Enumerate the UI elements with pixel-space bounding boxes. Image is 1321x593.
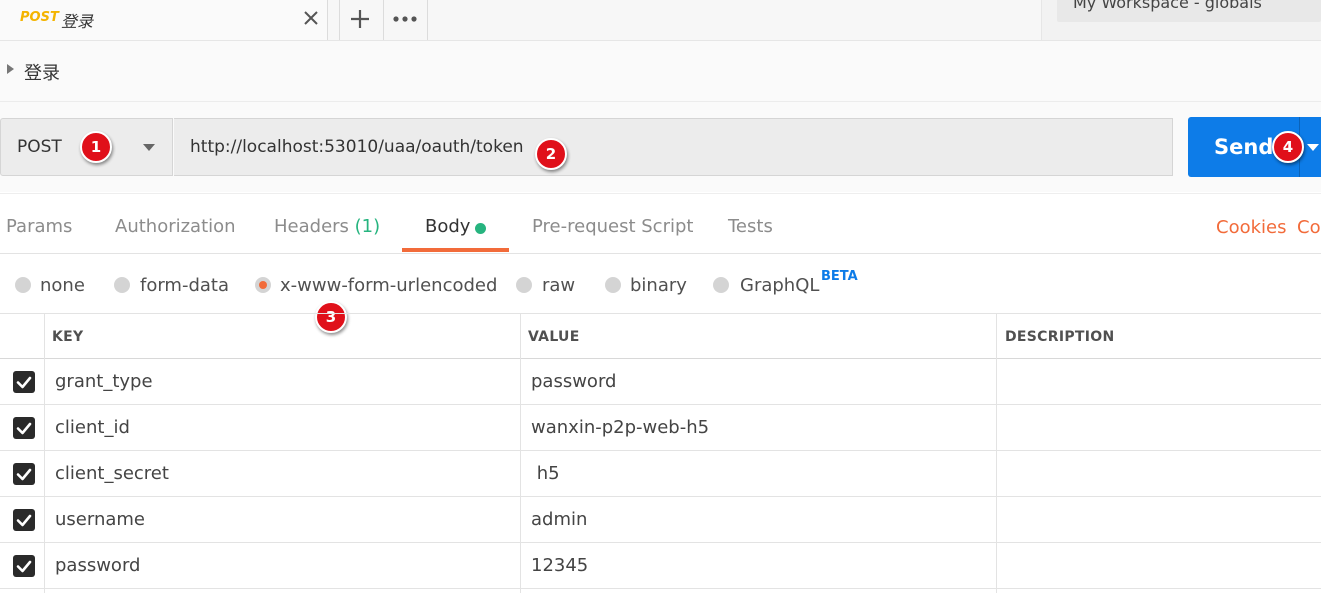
request-name[interactable]: 登录 bbox=[24, 59, 60, 85]
tab-divider bbox=[427, 0, 428, 40]
row-divider bbox=[0, 588, 1321, 589]
close-icon[interactable] bbox=[301, 8, 321, 28]
method-label: POST bbox=[17, 137, 62, 157]
caret-right-icon[interactable] bbox=[7, 64, 14, 74]
cell-value[interactable]: admin bbox=[531, 509, 587, 530]
row-checkbox[interactable] bbox=[13, 555, 35, 577]
cell-value[interactable]: wanxin-p2p-web-h5 bbox=[531, 417, 709, 438]
radio-form-data[interactable] bbox=[114, 277, 130, 293]
send-options-chevron-icon[interactable] bbox=[1307, 144, 1319, 151]
url-value: http://localhost:53010/uaa/oauth/token bbox=[190, 137, 524, 157]
code-link[interactable]: Co bbox=[1297, 217, 1321, 238]
cell-key[interactable]: password bbox=[55, 555, 140, 576]
checkmark-icon bbox=[16, 468, 32, 481]
checkmark-icon bbox=[16, 560, 32, 573]
radio-graphql-label[interactable]: GraphQL bbox=[740, 275, 819, 296]
radio-raw[interactable] bbox=[516, 277, 532, 293]
tab-method-label: POST bbox=[20, 10, 59, 25]
send-label: Send bbox=[1214, 135, 1274, 159]
row-checkbox[interactable] bbox=[13, 417, 35, 439]
beta-badge: BETA bbox=[821, 269, 858, 284]
plus-icon[interactable] bbox=[345, 6, 375, 32]
tab-title: 登录 bbox=[61, 12, 94, 31]
table-row: password 12345 bbox=[0, 543, 1321, 589]
tab-authorization[interactable]: Authorization bbox=[115, 216, 236, 237]
row-checkbox[interactable] bbox=[13, 463, 35, 485]
tab-prerequest-script[interactable]: Pre-request Script bbox=[532, 216, 693, 237]
checkmark-icon bbox=[16, 514, 32, 527]
radio-binary-label[interactable]: binary bbox=[630, 275, 687, 296]
body-status-dot bbox=[475, 223, 486, 234]
column-header-description: DESCRIPTION bbox=[1005, 329, 1115, 345]
chevron-down-icon[interactable] bbox=[143, 144, 155, 151]
cell-key[interactable]: client_secret bbox=[55, 463, 169, 484]
radio-graphql[interactable] bbox=[713, 277, 729, 293]
cell-value[interactable]: h5 bbox=[531, 463, 560, 484]
row-checkbox[interactable] bbox=[13, 371, 35, 393]
cell-value[interactable]: password bbox=[531, 371, 616, 392]
table-row: client_secret h5 bbox=[0, 451, 1321, 497]
tab-params[interactable]: Params bbox=[6, 216, 72, 237]
column-header-value: VALUE bbox=[528, 329, 580, 345]
radio-urlencoded-label[interactable]: x-www-form-urlencoded bbox=[280, 275, 497, 296]
tab-divider bbox=[383, 0, 384, 40]
row-checkbox[interactable] bbox=[13, 509, 35, 531]
tab-tests[interactable]: Tests bbox=[728, 216, 773, 237]
cell-key[interactable]: client_id bbox=[55, 417, 130, 438]
cookies-link[interactable]: Cookies bbox=[1216, 217, 1286, 238]
radio-none[interactable] bbox=[15, 277, 31, 293]
tab-headers-label: Headers bbox=[274, 216, 349, 237]
table-row: client_id wanxin-p2p-web-h5 bbox=[0, 405, 1321, 451]
table-row: grant_type password bbox=[0, 359, 1321, 405]
tab-headers[interactable]: Headers (1) bbox=[274, 216, 380, 237]
cell-value[interactable]: 12345 bbox=[531, 555, 588, 576]
environment-label: My Workspace - globals bbox=[1073, 0, 1262, 12]
table-header bbox=[0, 313, 1321, 359]
table-row: username admin bbox=[0, 497, 1321, 543]
checkmark-icon bbox=[16, 376, 32, 389]
column-header-key: KEY bbox=[52, 329, 84, 345]
headers-count: (1) bbox=[354, 216, 381, 237]
breadcrumb bbox=[0, 41, 1321, 102]
radio-binary[interactable] bbox=[605, 277, 621, 293]
radio-urlencoded[interactable] bbox=[255, 277, 271, 293]
radio-none-label[interactable]: none bbox=[40, 275, 85, 296]
annotation-badge-4: 4 bbox=[1272, 131, 1304, 163]
cell-key[interactable]: username bbox=[55, 509, 145, 530]
annotation-badge-1: 1 bbox=[80, 131, 112, 163]
more-icon[interactable] bbox=[390, 6, 420, 32]
radio-form-data-label[interactable]: form-data bbox=[140, 275, 229, 296]
tab-divider bbox=[339, 0, 340, 40]
checkmark-icon bbox=[16, 422, 32, 435]
radio-raw-label[interactable]: raw bbox=[542, 275, 575, 296]
cell-key[interactable]: grant_type bbox=[55, 371, 153, 392]
tab-body[interactable]: Body bbox=[425, 216, 470, 237]
active-tab-indicator bbox=[402, 248, 509, 252]
annotation-badge-2: 2 bbox=[535, 138, 567, 170]
